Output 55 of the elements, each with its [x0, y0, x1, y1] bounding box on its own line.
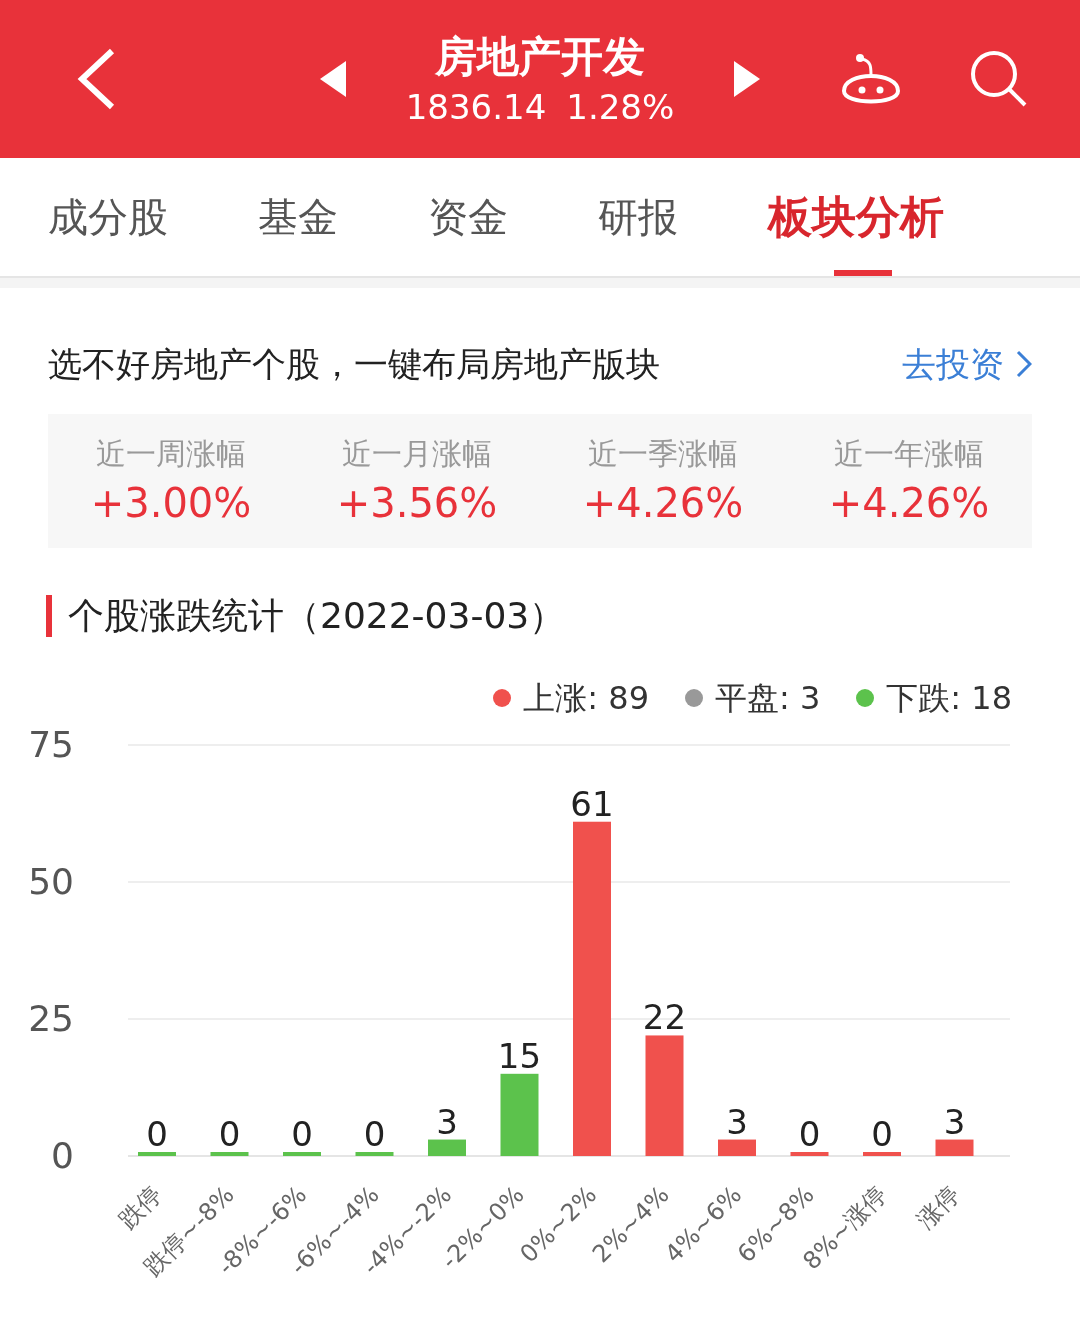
return-period-label: 近一季涨幅 [588, 435, 738, 473]
bar-value-label: 0 [871, 1114, 893, 1154]
bar-value-label: 0 [218, 1114, 241, 1154]
index-price: 1836.14 [405, 86, 547, 129]
return-value: +4.26% [828, 479, 990, 528]
legend-label: 下跌: 18 [886, 678, 1012, 719]
previous-icon[interactable] [320, 61, 346, 97]
x-axis-label: 涨停 [911, 1180, 965, 1235]
sector-title: 房地产开发 [435, 31, 645, 83]
chevron-right-icon [1016, 350, 1032, 378]
bar [428, 1139, 466, 1156]
return-value: +3.56% [336, 479, 498, 528]
bar-value-label: 3 [943, 1101, 966, 1142]
y-tick-label: 50 [28, 861, 74, 902]
return-period-label: 近一月涨幅 [342, 435, 492, 473]
y-tick-label: 25 [28, 998, 74, 1039]
bar-value-label: 3 [436, 1101, 458, 1142]
next-icon[interactable] [734, 61, 760, 97]
return-value: +4.26% [582, 479, 744, 528]
bar-value-label: 0 [291, 1114, 313, 1154]
bar-value-label: 61 [570, 783, 614, 824]
bar [718, 1139, 756, 1156]
zero-bar-marker [863, 1152, 901, 1156]
legend-label: 平盘: 3 [715, 678, 821, 719]
bar-value-label: 3 [726, 1101, 748, 1142]
bar-value-label: 0 [363, 1114, 386, 1154]
tab[interactable]: 成分股 [48, 158, 168, 276]
bar-value-label: 0 [798, 1114, 821, 1154]
y-tick-label: 75 [28, 724, 74, 765]
legend-label: 上涨: 89 [523, 678, 649, 719]
zero-bar-marker [355, 1152, 394, 1156]
bar [935, 1139, 974, 1156]
bar-value-label: 0 [146, 1114, 168, 1154]
zero-bar-marker [210, 1152, 249, 1156]
stats-title: 个股涨跌统计（2022-03-03） [68, 594, 566, 638]
zero-bar-marker [790, 1152, 829, 1156]
zero-bar-marker [138, 1152, 176, 1156]
x-axis-label: 跌停 [113, 1180, 168, 1235]
y-tick-label: 0 [51, 1135, 74, 1176]
zero-bar-marker [283, 1152, 321, 1156]
promo-text: 选不好房地产个股，一键布局房地产版块 [48, 343, 660, 386]
return-period-label: 近一年涨幅 [834, 435, 984, 473]
return-period-label: 近一周涨幅 [96, 435, 246, 473]
return-value: +3.00% [90, 479, 252, 528]
section-marker [46, 595, 52, 637]
tab[interactable]: 研报 [598, 158, 678, 276]
bar-value-label: 22 [642, 997, 687, 1038]
back-icon[interactable] [76, 47, 116, 111]
tab[interactable]: 板块分析 [768, 158, 944, 276]
tab[interactable]: 资金 [428, 158, 508, 276]
bar-value-label: 15 [497, 1035, 542, 1076]
invest-link[interactable]: 去投资 [902, 342, 1032, 386]
search-icon[interactable] [970, 50, 1028, 108]
index-change: 1.28% [566, 86, 675, 129]
tab[interactable]: 基金 [258, 158, 338, 276]
